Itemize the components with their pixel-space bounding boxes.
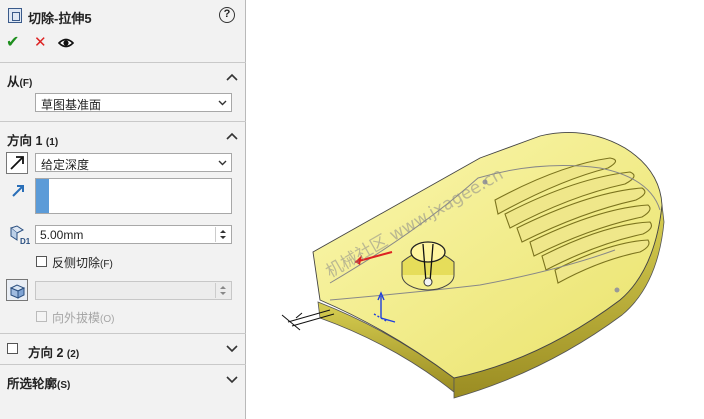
direction-arrow-icon bbox=[12, 185, 24, 197]
divider bbox=[0, 62, 246, 63]
draft-outward-shortcut: (O) bbox=[100, 314, 115, 325]
cancel-button[interactable]: ✕ bbox=[34, 34, 47, 52]
chevron-up-icon[interactable] bbox=[226, 72, 238, 82]
flip-side-checkbox[interactable] bbox=[36, 256, 47, 267]
chevron-down-icon[interactable] bbox=[226, 374, 238, 384]
end-condition-value: 给定深度 bbox=[41, 158, 90, 172]
draft-button[interactable] bbox=[6, 279, 28, 301]
section-header-selected-contours[interactable]: 所选轮廓(S) bbox=[0, 369, 246, 391]
help-icon[interactable]: ? bbox=[219, 7, 235, 23]
draft-icon bbox=[9, 284, 26, 299]
section-title-from: 从 bbox=[7, 75, 20, 89]
section-header-direction1[interactable]: 方向 1 (1) bbox=[0, 126, 246, 148]
chevron-down-icon bbox=[218, 100, 227, 106]
section-header-from[interactable]: 从(F) bbox=[0, 67, 246, 89]
section-shortcut-direction1: (1) bbox=[45, 137, 59, 148]
property-manager-panel: 切除-拉伸5 ? ✔ ✕ 从(F) 草图基准面 方向 1 (1) 给定深度 D1… bbox=[0, 0, 246, 419]
reverse-direction-button[interactable] bbox=[6, 152, 28, 174]
start-condition-select[interactable]: 草图基准面 bbox=[35, 93, 232, 112]
draft-angle-spinner[interactable] bbox=[215, 283, 230, 298]
depth-spinner[interactable] bbox=[215, 227, 230, 242]
chevron-down-icon[interactable] bbox=[226, 343, 238, 353]
section-title-direction1: 方向 1 bbox=[7, 134, 43, 148]
section-title-selected-contours: 所选轮廓 bbox=[7, 377, 58, 391]
draft-outward-label: 向外拔模 bbox=[52, 311, 101, 325]
section-header-direction2[interactable]: 方向 2 (2) bbox=[0, 338, 246, 360]
feature-title: 切除-拉伸5 bbox=[28, 11, 92, 26]
reverse-direction-icon bbox=[10, 156, 24, 170]
flip-side-shortcut: (F) bbox=[100, 259, 113, 270]
ok-button[interactable]: ✔ bbox=[6, 34, 19, 52]
section-shortcut-selected-contours: (S) bbox=[57, 380, 71, 391]
draft-angle-input[interactable] bbox=[35, 281, 232, 300]
section-shortcut-direction2: (2) bbox=[66, 349, 80, 360]
start-condition-value: 草图基准面 bbox=[41, 98, 102, 112]
flip-side-label: 反侧切除 bbox=[52, 256, 101, 270]
direction2-checkbox[interactable] bbox=[7, 343, 18, 354]
model-3d-view[interactable]: 机械社区 www.jxagee.cn bbox=[247, 0, 704, 419]
graphics-viewport[interactable]: 机械社区 www.jxagee.cn bbox=[247, 0, 704, 419]
direction-vector-selection-box[interactable] bbox=[35, 178, 232, 214]
depth-dimension-icon: D1 bbox=[9, 225, 31, 246]
dim-d1-label: D1 bbox=[20, 237, 31, 246]
depth-value: 5.00mm bbox=[40, 228, 84, 242]
section-title-direction2: 方向 2 bbox=[28, 346, 64, 360]
divider bbox=[0, 333, 246, 334]
draft-outward-checkbox[interactable] bbox=[36, 311, 47, 322]
depth-input[interactable]: 5.00mm bbox=[35, 225, 232, 244]
cut-extrude-icon bbox=[8, 8, 22, 23]
divider bbox=[0, 121, 246, 122]
chevron-down-icon bbox=[218, 160, 227, 166]
selection-highlight bbox=[36, 179, 49, 213]
action-bar: ✔ ✕ bbox=[0, 32, 246, 54]
section-shortcut-from: (F) bbox=[19, 78, 33, 89]
sketch-point bbox=[614, 287, 620, 293]
divider bbox=[0, 364, 246, 365]
end-condition-select[interactable]: 给定深度 bbox=[35, 153, 232, 172]
feature-title-bar: 切除-拉伸5 ? bbox=[0, 0, 246, 32]
chevron-up-icon[interactable] bbox=[226, 131, 238, 141]
preview-eye-icon[interactable] bbox=[58, 36, 74, 50]
